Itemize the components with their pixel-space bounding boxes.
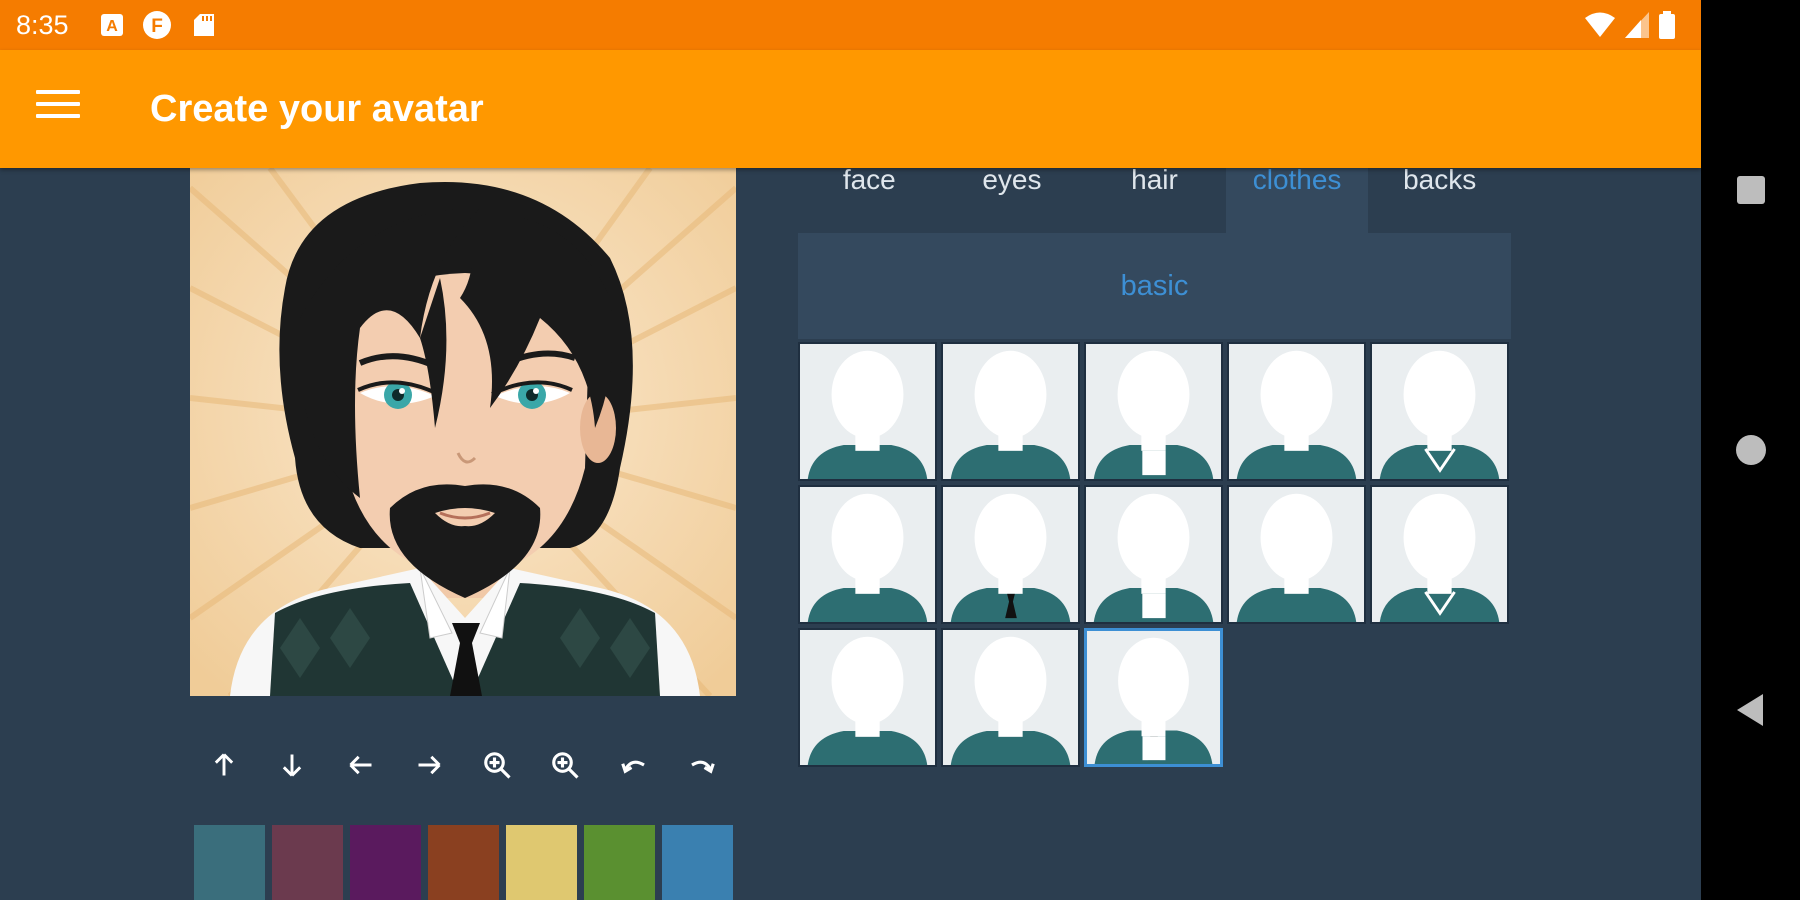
tab-face[interactable]: face <box>798 166 941 234</box>
back-triangle-icon[interactable] <box>1731 690 1771 730</box>
clothes-option[interactable] <box>941 628 1080 767</box>
clothes-option[interactable] <box>1084 342 1223 481</box>
color-swatch[interactable] <box>194 825 265 900</box>
clothes-option[interactable] <box>1227 342 1366 481</box>
app-bar: Create your avatar <box>0 50 1701 168</box>
tab-eyes[interactable]: eyes <box>941 166 1084 234</box>
clothes-thumbnail <box>943 344 1078 479</box>
clothes-thumbnail <box>1086 487 1221 622</box>
clothes-option[interactable] <box>1084 628 1223 767</box>
clothes-thumbnail <box>1086 344 1221 479</box>
clothes-option[interactable] <box>1227 485 1366 624</box>
clothes-thumbnail <box>800 630 935 765</box>
recents-square-icon[interactable] <box>1731 170 1771 210</box>
zoom-in-icon[interactable] <box>474 742 520 788</box>
redo-icon[interactable] <box>679 742 725 788</box>
a-square-icon: A <box>101 14 123 36</box>
home-circle-icon[interactable] <box>1731 430 1771 470</box>
clothes-option[interactable] <box>798 485 937 624</box>
undo-icon[interactable] <box>611 742 657 788</box>
color-swatch[interactable] <box>428 825 499 900</box>
tab-hair[interactable]: hair <box>1083 166 1226 234</box>
clothes-thumbnail <box>1372 487 1507 622</box>
tab-backs[interactable]: backs <box>1368 166 1511 234</box>
clothes-thumbnail <box>1372 344 1507 479</box>
clothes-thumbnail <box>943 487 1078 622</box>
transform-controls <box>190 740 736 790</box>
clothes-option[interactable] <box>798 628 937 767</box>
color-swatch[interactable] <box>272 825 343 900</box>
subcategory-bar: basic <box>798 233 1511 339</box>
color-swatch[interactable] <box>662 825 733 900</box>
category-tabs: face eyes hair clothes backs <box>798 166 1511 234</box>
svg-text:A: A <box>106 18 118 35</box>
clothes-option[interactable] <box>1084 485 1223 624</box>
clothes-thumbnail <box>943 630 1078 765</box>
color-swatch[interactable] <box>584 825 655 900</box>
battery-icon <box>1659 11 1675 39</box>
color-swatch[interactable] <box>506 825 577 900</box>
zoom-out-icon[interactable] <box>542 742 588 788</box>
clothes-option[interactable] <box>1370 485 1509 624</box>
clothes-thumbnail <box>800 487 935 622</box>
avatar-preview[interactable] <box>190 168 736 696</box>
f-circle-icon: F <box>143 11 171 39</box>
page-title: Create your avatar <box>150 88 484 130</box>
avatar-illustration <box>190 168 736 696</box>
arrow-up-icon[interactable] <box>201 742 247 788</box>
color-swatch[interactable] <box>350 825 421 900</box>
tab-clothes[interactable]: clothes <box>1225 166 1369 234</box>
color-swatches <box>194 825 733 900</box>
subcategory-basic[interactable]: basic <box>1121 270 1189 303</box>
system-nav-bar <box>1701 0 1800 900</box>
arrow-right-icon[interactable] <box>406 742 452 788</box>
clothes-grid <box>798 342 1511 767</box>
clothes-option[interactable] <box>941 485 1080 624</box>
clothes-option[interactable] <box>798 342 937 481</box>
status-time: 8:35 <box>16 10 69 40</box>
sd-card-icon <box>194 14 214 36</box>
arrow-down-icon[interactable] <box>269 742 315 788</box>
signal-icon <box>1625 12 1649 38</box>
clothes-option[interactable] <box>941 342 1080 481</box>
clothes-thumbnail <box>1229 487 1364 622</box>
hamburger-menu-icon[interactable] <box>36 90 80 126</box>
clothes-thumbnail <box>1087 631 1220 764</box>
app-window: 8:35 A F Create your avatar face eyes ha… <box>0 0 1701 900</box>
clothes-thumbnail <box>800 344 935 479</box>
clothes-option[interactable] <box>1370 342 1509 481</box>
clothes-thumbnail <box>1229 344 1364 479</box>
status-bar: 8:35 A F <box>0 0 1701 50</box>
arrow-left-icon[interactable] <box>338 742 384 788</box>
wifi-icon <box>1585 12 1615 37</box>
svg-text:F: F <box>151 16 163 37</box>
